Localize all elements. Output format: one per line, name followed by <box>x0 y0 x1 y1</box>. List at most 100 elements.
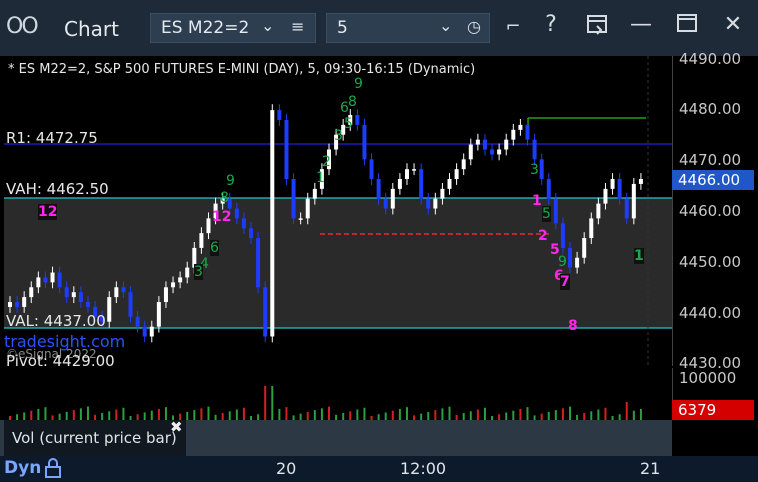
price-bar <box>553 198 558 224</box>
price-bar <box>85 302 90 307</box>
chevron-down-icon[interactable]: ⌄ <box>261 16 274 35</box>
volume-bar <box>363 407 366 420</box>
price-bar <box>355 115 360 125</box>
price-bar <box>185 267 190 278</box>
price-bar <box>603 188 608 204</box>
price-bar <box>624 198 629 219</box>
volume-bar <box>639 408 642 420</box>
y-tick: 4440.00 <box>679 304 742 322</box>
td-count-green: 3 <box>194 264 203 280</box>
td-count-green: 5 <box>542 206 551 222</box>
price-bar <box>78 292 83 303</box>
time-axis-bar[interactable]: Dyn 20 12:00 21 <box>0 456 758 482</box>
price-bar <box>433 198 438 209</box>
volume-study-name: Vol (current price bar) <box>12 429 177 447</box>
vah-label: VAH: 4462.50 <box>6 180 109 198</box>
price-bar <box>426 198 431 209</box>
remove-study-icon[interactable]: ✖ <box>170 418 183 436</box>
symbol-select-value: ES M22=2 <box>161 18 250 38</box>
price-bar <box>397 179 402 189</box>
volume-bar <box>590 411 593 420</box>
volume-bar <box>547 411 550 420</box>
volume-bar <box>79 408 82 420</box>
clock-icon[interactable]: ◷ <box>467 17 481 36</box>
val-label: VAL: 4437.00 <box>6 312 106 330</box>
price-bar <box>617 179 622 199</box>
price-bar <box>114 287 119 298</box>
pivot-label: Pivot: 4429.00 <box>6 352 115 366</box>
pin-icon[interactable]: ⌐ <box>498 16 528 37</box>
volume-panel[interactable] <box>4 368 672 420</box>
volume-bar <box>122 407 125 420</box>
price-bar <box>206 218 211 234</box>
price-bar <box>149 326 154 337</box>
td-count-magenta: 8 <box>568 318 578 334</box>
volume-bar <box>228 411 231 420</box>
td-count-green: 9 <box>558 254 567 270</box>
volume-bar <box>108 411 111 420</box>
price-bar <box>482 139 487 150</box>
volume-bar <box>30 410 33 420</box>
chevron-down-icon[interactable]: ⌄ <box>439 16 452 35</box>
volume-bar <box>462 413 465 420</box>
td-count-green: 2 <box>322 154 331 170</box>
volume-bar <box>23 412 26 420</box>
price-bar <box>560 223 565 248</box>
chart-window: OO Chart ES M22=2 ⌄ ≡ 5 ⌄ ◷ ⌐ ? — ✕ * ES… <box>0 0 758 482</box>
td-count-green: 3 <box>334 128 343 144</box>
price-bar <box>249 228 254 239</box>
interval-select[interactable]: 5 ⌄ ◷ <box>326 13 490 43</box>
minimize-icon[interactable]: — <box>626 12 656 37</box>
volume-bar <box>271 386 274 420</box>
td-count-magenta: 7 <box>560 274 570 290</box>
volume-bar <box>37 408 40 420</box>
symbol-select[interactable]: ES M22=2 ⌄ ≡ <box>150 13 316 43</box>
volume-bar <box>242 407 245 420</box>
volume-bar <box>221 413 224 420</box>
td-count-green: 6 <box>210 240 219 256</box>
volume-bar <box>526 407 529 420</box>
lock-icon[interactable] <box>44 458 62 482</box>
volume-bar <box>72 410 75 420</box>
volume-bar <box>512 410 515 420</box>
volume-bar <box>483 407 486 420</box>
price-bar <box>171 282 176 288</box>
volume-bar <box>476 409 479 420</box>
dynamic-mode-label[interactable]: Dyn <box>4 458 41 478</box>
help-icon[interactable]: ? <box>536 12 566 37</box>
price-bar <box>178 277 183 283</box>
price-bar <box>284 119 289 180</box>
x-tick: 12:00 <box>400 459 447 478</box>
price-bar <box>539 159 544 180</box>
price-bar <box>156 302 161 327</box>
volume-bar <box>143 412 146 420</box>
volume-bar <box>328 406 330 420</box>
current-price-tag: 4466.00 <box>672 170 754 190</box>
price-bar <box>15 302 20 307</box>
volume-bar <box>264 386 267 420</box>
price-bar <box>568 247 573 268</box>
td-count-green: 9 <box>354 76 363 92</box>
interval-select-value: 5 <box>337 18 348 38</box>
td-count-green: 1 <box>634 248 644 264</box>
volume-bar <box>356 409 359 420</box>
price-bar <box>419 169 424 199</box>
price-bar <box>43 277 48 283</box>
price-bar <box>241 218 246 229</box>
price-bar <box>298 218 303 220</box>
volume-bar <box>604 407 607 420</box>
export-icon[interactable] <box>582 12 612 42</box>
close-icon[interactable]: ✕ <box>718 12 748 37</box>
maximize-icon[interactable] <box>672 12 702 40</box>
price-bar <box>390 188 395 209</box>
volume-bar <box>150 410 153 420</box>
volume-study-label[interactable]: Vol (current price bar) ✖ <box>4 418 186 456</box>
volume-bar <box>398 408 401 420</box>
price-bars <box>8 104 643 343</box>
menu-icon[interactable]: ≡ <box>291 17 304 36</box>
volume-bar <box>519 408 522 420</box>
volume-bar <box>427 411 430 420</box>
price-axis[interactable]: 4490.00 4480.00 4470.00 4460.00 4450.00 … <box>672 50 758 372</box>
price-chart[interactable]: * ES M22=2, S&P 500 FUTURES E-MINI (DAY)… <box>4 56 672 366</box>
price-bar <box>29 287 34 298</box>
